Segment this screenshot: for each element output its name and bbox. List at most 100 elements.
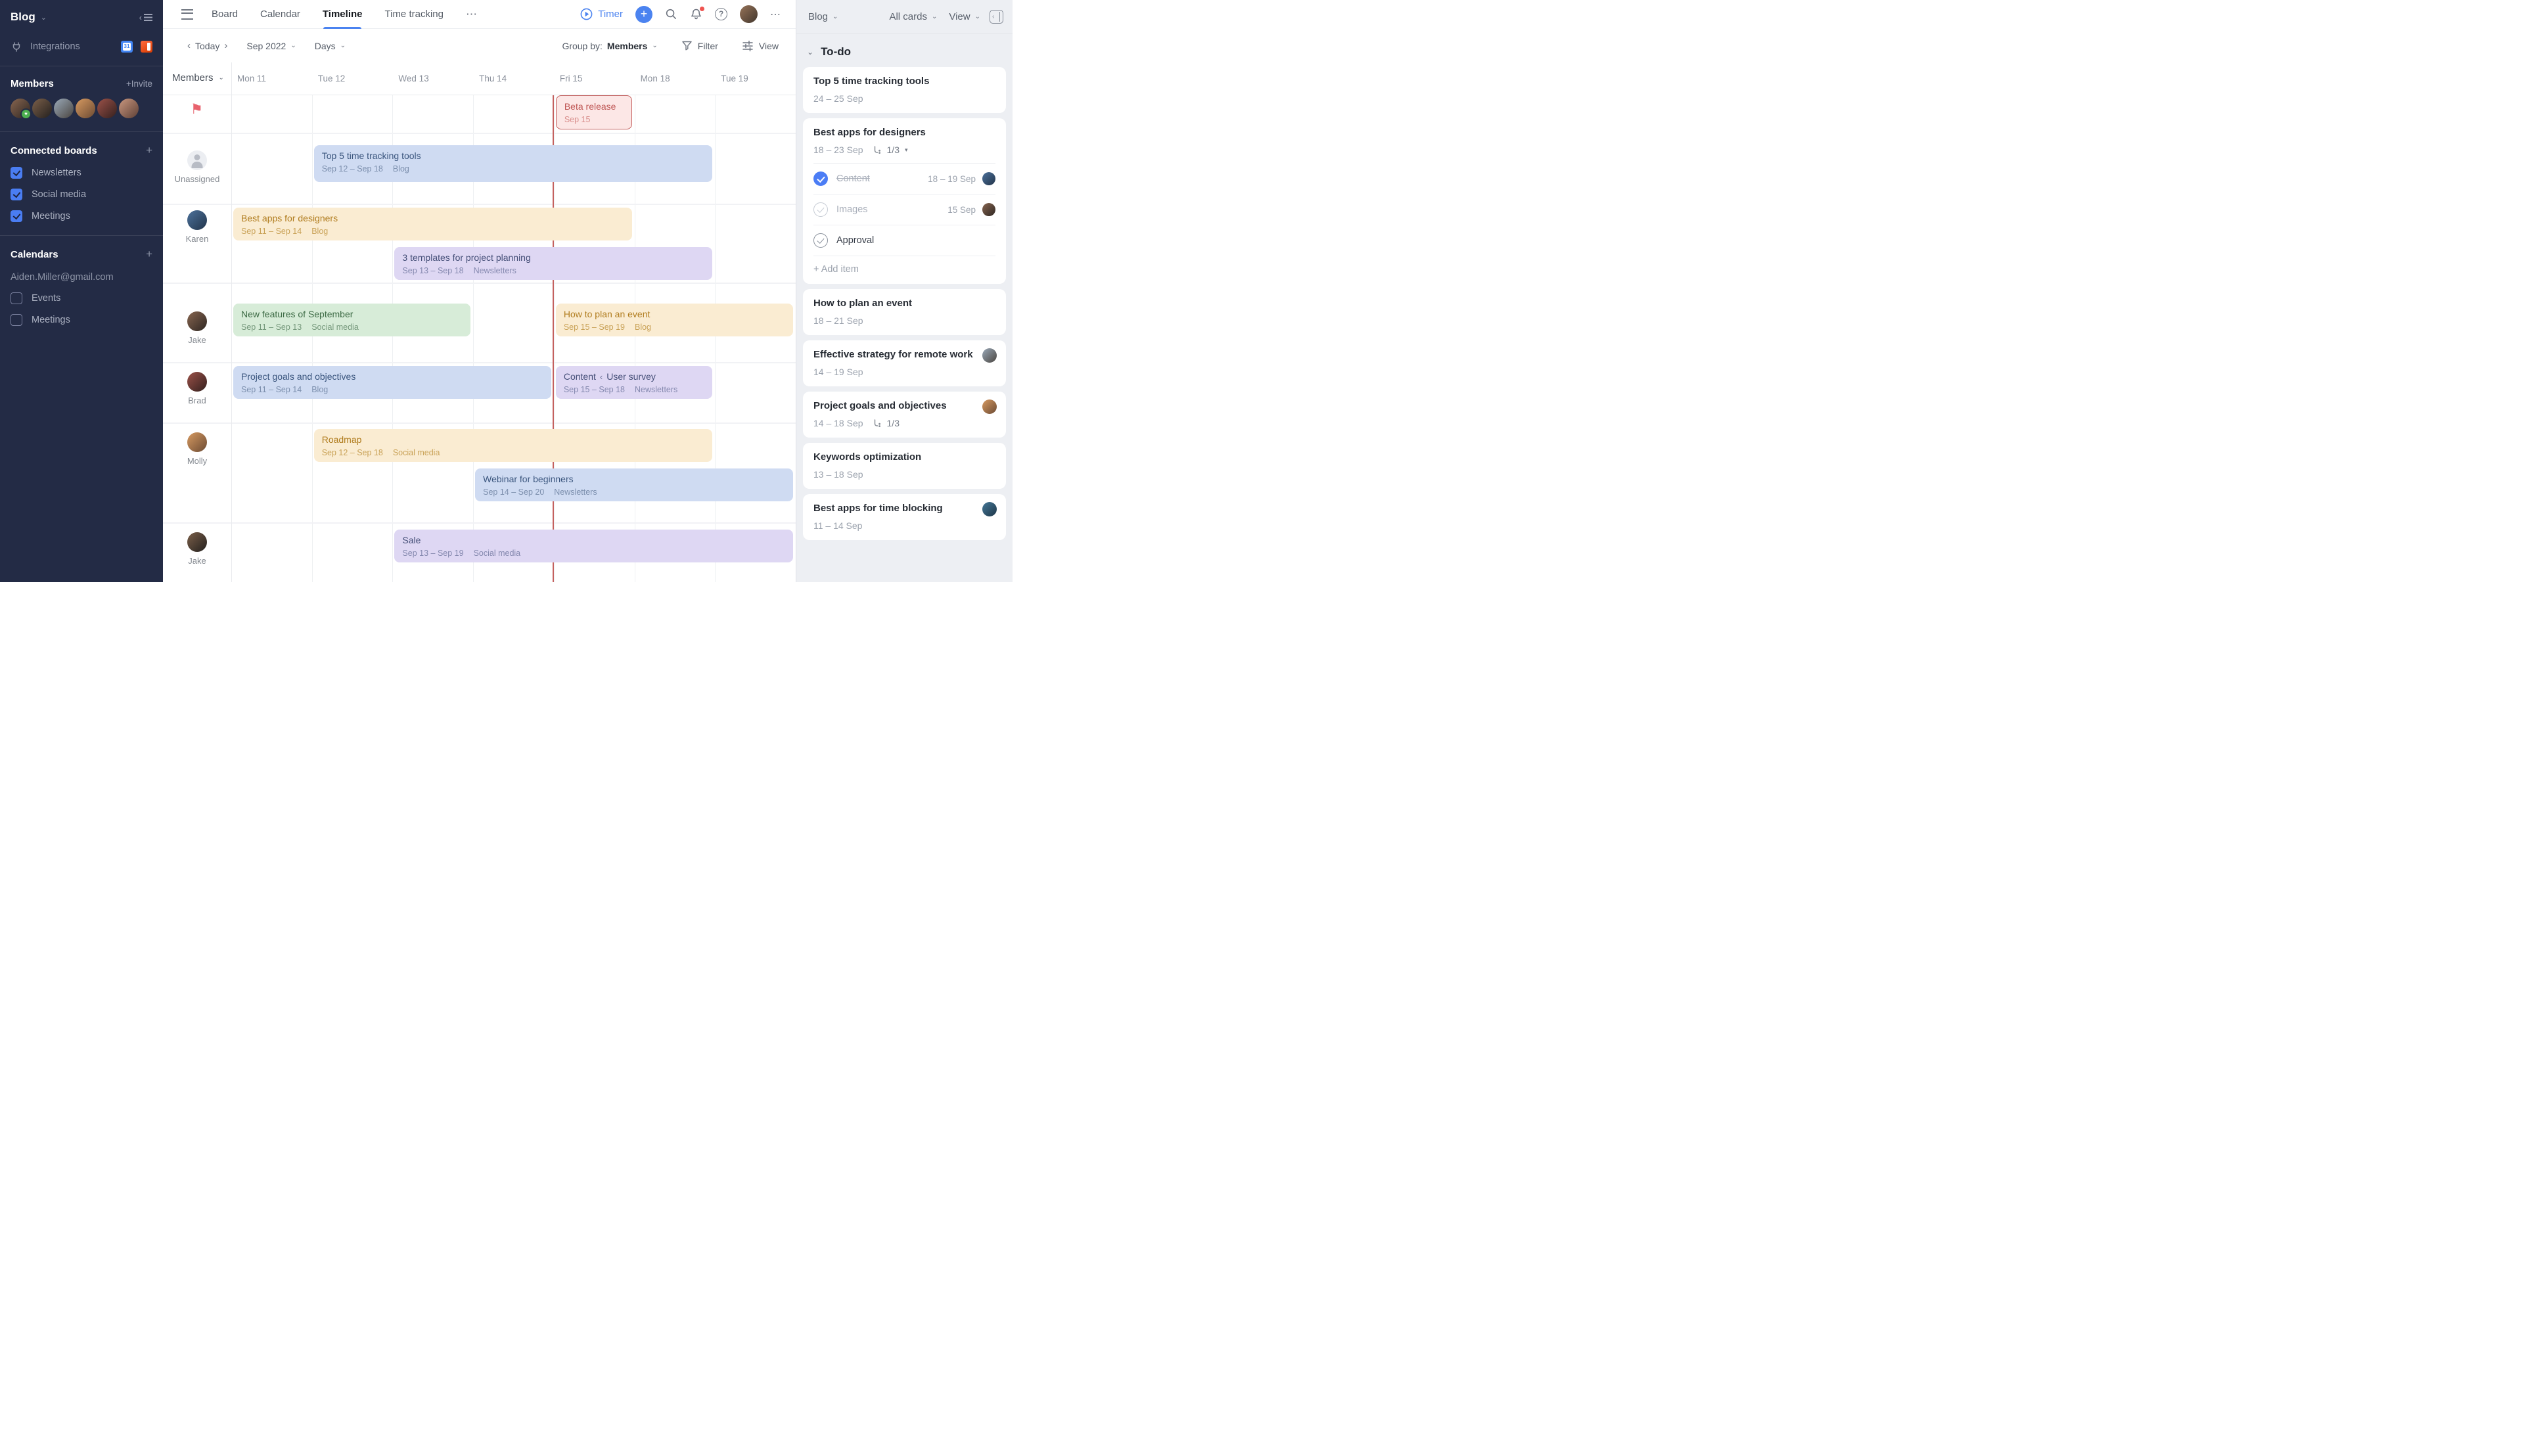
add-calendar-button[interactable]: +	[146, 248, 152, 261]
board-switcher[interactable]: Blog ⌄	[11, 11, 47, 24]
todo-card-meta: 18 – 21 Sep	[813, 315, 995, 326]
invite-button[interactable]: +Invite	[126, 79, 152, 89]
todo-card-effective-strategy-for-remote-work[interactable]: Effective strategy for remote work14 – 1…	[803, 340, 1006, 386]
collapse-panel-button[interactable]: ‹	[990, 10, 1003, 24]
todo-card-title: Effective strategy for remote work	[813, 349, 995, 360]
todo-section-header[interactable]: ⌄ To-do	[796, 34, 1013, 67]
checkbox-unchecked[interactable]	[11, 314, 22, 326]
subtask-checkbox[interactable]	[813, 233, 828, 248]
todo-card-how-to-plan-an-event[interactable]: How to plan an event18 – 21 Sep	[803, 289, 1006, 335]
prev-period-button[interactable]: ‹	[183, 40, 195, 51]
timeline-card-webinar-for-beginners[interactable]: Webinar for beginnersSep 14 – Sep 20News…	[475, 468, 793, 501]
chevron-down-icon: ⌄	[41, 13, 47, 22]
card-dates: Sep 12 – Sep 18Blog	[322, 164, 705, 173]
user-avatar[interactable]	[740, 5, 758, 23]
tab-timeline[interactable]: Timeline	[323, 0, 363, 29]
member-avatar-molly[interactable]	[76, 99, 95, 118]
timeline-grid: ⚑UnassignedKarenJakeBradMollyJakeBeta re…	[163, 95, 796, 582]
filter-button[interactable]: Filter	[681, 40, 718, 51]
member-avatar-aiden[interactable]: ★	[11, 99, 30, 118]
search-button[interactable]	[665, 8, 677, 20]
calendar-account: Aiden.Miller@gmail.com	[11, 272, 152, 283]
timeline-card-roadmap[interactable]: RoadmapSep 12 – Sep 18Social media	[314, 429, 713, 462]
left-sidebar: Blog ⌄ ‹ Integrations Members +Invite ★ …	[0, 0, 163, 582]
todo-card-best-apps-for-time-blocking[interactable]: Best apps for time blocking11 – 14 Sep	[803, 494, 1006, 540]
panel-view-selector[interactable]: View ⌄	[949, 11, 980, 22]
chevron-down-icon: ⌄	[975, 13, 980, 20]
notification-dot	[700, 7, 704, 11]
subtasks-icon	[873, 419, 882, 428]
cards-filter-selector[interactable]: All cards ⌄	[889, 11, 937, 22]
subtask-meta: 18 – 19 Sep	[928, 172, 995, 185]
timeline-card-sale[interactable]: SaleSep 13 – Sep 19Social media	[394, 530, 793, 562]
view-settings-button[interactable]: View	[742, 40, 779, 52]
subtask-checkbox-checked[interactable]	[813, 171, 828, 186]
todo-card-keywords-optimization[interactable]: Keywords optimization13 – 18 Sep	[803, 443, 1006, 489]
next-period-button[interactable]: ›	[219, 40, 232, 51]
tab-calendar[interactable]: Calendar	[260, 0, 300, 29]
sidebar-item-integrations[interactable]: Integrations	[11, 41, 152, 53]
row-member-avatar-jake	[187, 532, 207, 552]
calendars-list: Events Meetings	[11, 292, 152, 326]
calendar-item-meetings[interactable]: Meetings	[11, 314, 152, 326]
subtask-checkbox[interactable]	[813, 202, 828, 217]
day-header-mon-11: Mon 11	[237, 74, 266, 83]
board-item-meetings[interactable]: Meetings	[11, 210, 152, 222]
members-column-header[interactable]: Members ⌄	[172, 72, 224, 83]
timeline-card-best-apps-for-designers[interactable]: Best apps for designersSep 11 – Sep 14Bl…	[233, 208, 632, 240]
panel-board-selector[interactable]: Blog ⌄	[808, 11, 838, 22]
tabs-overflow-button[interactable]: ⋯	[466, 0, 477, 29]
add-item-button[interactable]: + Add item	[813, 256, 995, 275]
member-avatar-jake[interactable]	[32, 99, 52, 118]
subtask-row-approval[interactable]: Approval	[813, 225, 995, 256]
group-by-selector[interactable]: Group by: Members ⌄	[562, 41, 657, 51]
todo-card-top-5-time-tracking-tools[interactable]: Top 5 time tracking tools24 – 25 Sep	[803, 67, 1006, 113]
subtask-row-images[interactable]: Images15 Sep	[813, 194, 995, 225]
subtask-row-content[interactable]: Content18 – 19 Sep	[813, 163, 995, 194]
timeline-card-project-goals-and-objectives[interactable]: Project goals and objectivesSep 11 – Sep…	[233, 366, 551, 399]
scale-selector[interactable]: Days ⌄	[315, 41, 346, 51]
member-avatar-brad[interactable]	[97, 99, 117, 118]
month-selector[interactable]: Sep 2022 ⌄	[246, 41, 296, 51]
members-header-label: Members	[172, 72, 214, 83]
row-member-label-jake: Jake	[163, 335, 231, 345]
checkbox-checked[interactable]	[11, 189, 22, 200]
group-by-label: Group by:	[562, 41, 602, 51]
checkbox-unchecked[interactable]	[11, 292, 22, 304]
timer-button[interactable]: Timer	[580, 8, 623, 20]
add-card-button[interactable]: +	[635, 6, 652, 23]
card-title: Content‹User survey	[564, 371, 704, 382]
main-area: Board Calendar Timeline Time tracking ⋯ Time…	[163, 0, 796, 582]
play-icon	[580, 8, 593, 20]
card-title: How to plan an event	[564, 309, 785, 319]
member-avatar-karen[interactable]	[54, 99, 74, 118]
timeline-card-content[interactable]: Content‹User surveySep 15 – Sep 18Newsle…	[556, 366, 712, 399]
menu-icon[interactable]	[181, 9, 193, 20]
add-board-button[interactable]: +	[146, 144, 152, 157]
members-title: Members	[11, 78, 54, 89]
todo-card-project-goals-and-objectives[interactable]: Project goals and objectives14 – 18 Sep1…	[803, 392, 1006, 438]
timeline-card-3-templates-for-project-planning[interactable]: 3 templates for project planningSep 13 –…	[394, 247, 712, 280]
collapse-sidebar-button[interactable]: ‹	[139, 12, 152, 22]
board-item-social-media[interactable]: Social media	[11, 189, 152, 200]
help-button[interactable]: ?	[715, 8, 727, 20]
checkbox-checked[interactable]	[11, 167, 22, 179]
tab-board[interactable]: Board	[212, 0, 238, 29]
timeline-card-new-features-of-september[interactable]: New features of SeptemberSep 11 – Sep 13…	[233, 304, 470, 336]
more-options-button[interactable]: ⋯	[770, 8, 781, 21]
timeline-card-beta-release[interactable]: Beta releaseSep 15	[556, 95, 632, 129]
subtask-list: Content18 – 19 SepImages15 SepApproval	[813, 163, 995, 256]
grid-row-separator	[163, 362, 796, 363]
timeline-card-how-to-plan-an-event[interactable]: How to plan an eventSep 15 – Sep 19Blog	[556, 304, 793, 336]
day-header-fri-15: Fri 15	[560, 74, 583, 83]
tab-time-tracking[interactable]: Time tracking	[385, 0, 444, 29]
today-button[interactable]: Today	[195, 41, 219, 51]
subtasks-icon	[873, 146, 882, 154]
notifications-button[interactable]	[690, 8, 702, 20]
calendar-item-events[interactable]: Events	[11, 292, 152, 304]
todo-card-best-apps-for-designers[interactable]: Best apps for designers18 – 23 Sep1/3▾Co…	[803, 118, 1006, 284]
board-item-newsletters[interactable]: Newsletters	[11, 167, 152, 179]
timeline-card-top-5-time-tracking-tools[interactable]: Top 5 time tracking toolsSep 12 – Sep 18…	[314, 145, 713, 182]
member-avatar-lisa[interactable]	[119, 99, 139, 118]
checkbox-checked[interactable]	[11, 210, 22, 222]
